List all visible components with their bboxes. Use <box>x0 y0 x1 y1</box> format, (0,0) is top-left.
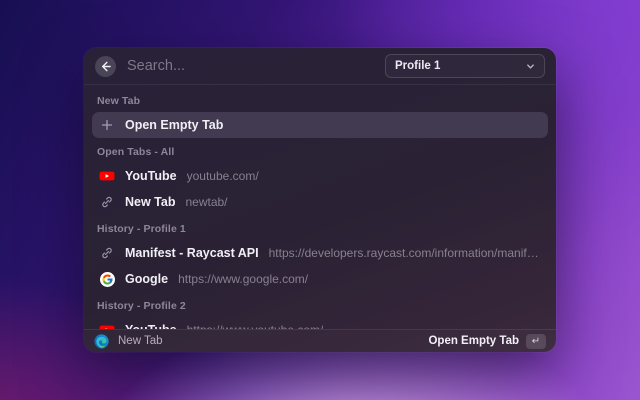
section-title-open-tabs: Open Tabs - All <box>97 146 175 158</box>
list-item-youtube-history[interactable]: YouTube https://www.youtube.com/ <box>92 317 548 329</box>
profile-dropdown[interactable]: Profile 1 <box>385 54 545 78</box>
youtube-icon <box>99 322 115 329</box>
row-title: Google <box>125 272 169 286</box>
section-title-history-profile-1: History - Profile 1 <box>97 223 186 235</box>
row-title: New Tab <box>125 195 176 209</box>
row-title: Open Empty Tab <box>125 118 224 132</box>
launcher-window: Profile 1 New Tab Open Empty Tab Open Ta… <box>84 48 556 352</box>
arrow-left-icon <box>102 61 111 71</box>
section-title-new-tab: New Tab <box>97 95 141 107</box>
footer-app-label: New Tab <box>118 335 163 347</box>
footer-primary-action: Open Empty Tab ↵ <box>428 333 546 349</box>
link-icon <box>99 245 115 261</box>
chevron-down-icon <box>527 63 534 69</box>
plus-icon <box>99 117 115 133</box>
row-subtitle: newtab/ <box>185 195 228 209</box>
search-header: Profile 1 <box>84 48 556 85</box>
search-input[interactable] <box>127 58 375 74</box>
row-title: YouTube <box>125 169 177 183</box>
list-item-google[interactable]: Google https://www.google.com/ <box>92 266 548 292</box>
enter-key-icon: ↵ <box>526 333 546 349</box>
desktop-wallpaper: Profile 1 New Tab Open Empty Tab Open Ta… <box>0 0 640 400</box>
edge-icon <box>94 333 109 349</box>
link-icon <box>99 194 115 210</box>
open-empty-tab-button[interactable]: Open Empty Tab <box>428 335 519 347</box>
section-title-history-profile-2: History - Profile 2 <box>97 300 186 312</box>
list-item-new-tab[interactable]: New Tab newtab/ <box>92 189 548 215</box>
profile-dropdown-value: Profile 1 <box>395 60 441 72</box>
list-item-open-empty-tab[interactable]: Open Empty Tab <box>92 112 548 138</box>
results-list: New Tab Open Empty Tab Open Tabs - All Y… <box>84 85 556 329</box>
google-icon <box>99 271 115 287</box>
action-bar: New Tab Open Empty Tab ↵ <box>84 329 556 352</box>
list-item-manifest-raycast-api[interactable]: Manifest - Raycast API https://developer… <box>92 240 548 266</box>
row-title: Manifest - Raycast API <box>125 246 259 260</box>
row-subtitle: https://developers.raycast.com/informati… <box>268 246 541 260</box>
back-button[interactable] <box>95 55 116 77</box>
row-subtitle: youtube.com/ <box>186 169 259 183</box>
youtube-icon <box>99 168 115 184</box>
row-subtitle: https://www.google.com/ <box>178 272 309 286</box>
list-item-youtube-tab[interactable]: YouTube youtube.com/ <box>92 163 548 189</box>
